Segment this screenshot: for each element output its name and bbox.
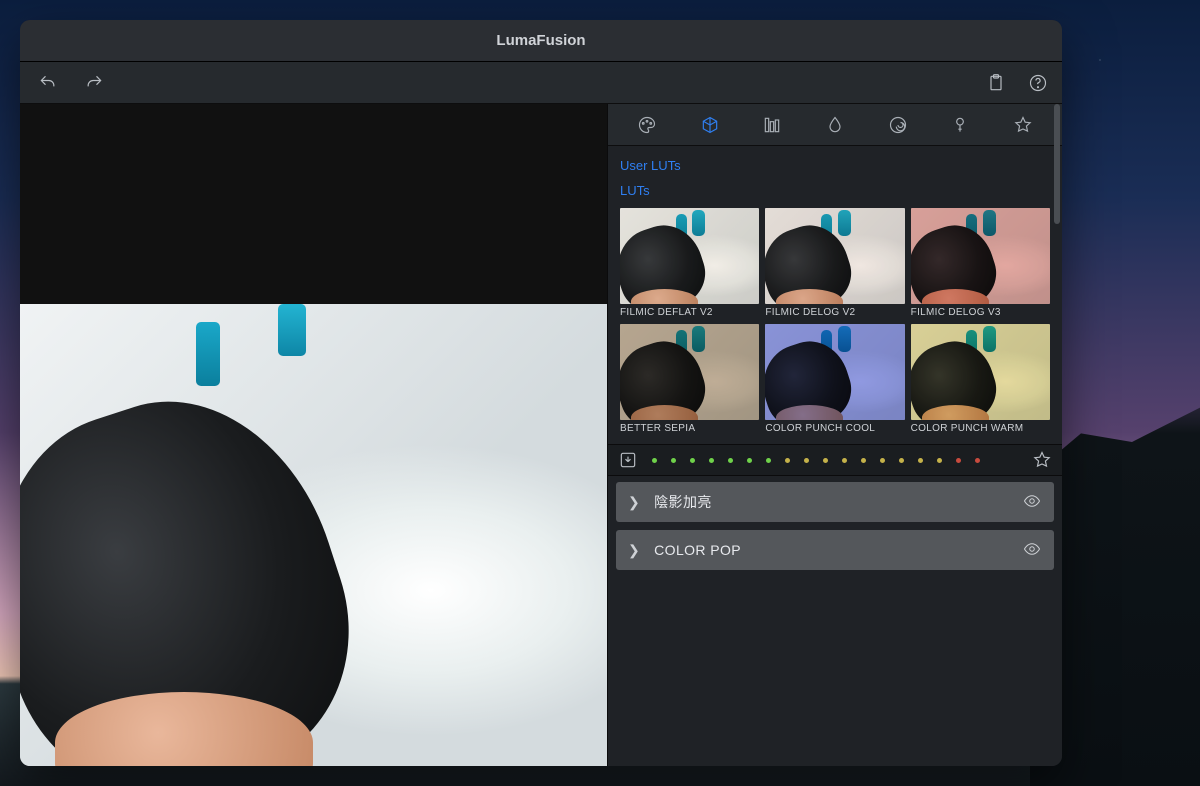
key-icon[interactable] — [950, 115, 970, 135]
preset-dot[interactable] — [652, 458, 657, 463]
section-luts[interactable]: LUTs — [620, 183, 1052, 198]
preset-dots-row — [608, 444, 1062, 476]
lut-name: FILMIC DELOG V3 — [911, 307, 1050, 318]
preset-dot[interactable] — [671, 458, 676, 463]
clipboard-icon[interactable] — [986, 73, 1006, 93]
preset-dot[interactable] — [937, 458, 942, 463]
lut-name: FILMIC DEFLAT V2 — [620, 307, 759, 318]
lut-thumb — [620, 324, 759, 420]
preset-dot[interactable] — [956, 458, 961, 463]
visibility-eye-icon[interactable] — [1022, 540, 1042, 561]
preview-image[interactable] — [20, 304, 607, 766]
spiral-icon[interactable] — [888, 115, 908, 135]
panel-scrollbar[interactable] — [1054, 104, 1060, 224]
chevron-right-icon: ❯ — [628, 494, 640, 511]
chevron-right-icon: ❯ — [628, 542, 640, 559]
app-window: LumaFusion — [20, 20, 1062, 766]
preset-dots[interactable] — [646, 458, 1024, 463]
lut-thumb — [911, 208, 1050, 304]
panel-tabs — [608, 104, 1062, 146]
effect-label: 陰影加亮 — [654, 492, 712, 512]
preview-top-black — [20, 104, 607, 304]
help-icon[interactable] — [1028, 73, 1048, 93]
preset-dot[interactable] — [899, 458, 904, 463]
lut-item[interactable]: FILMIC DELOG V2 — [765, 208, 904, 318]
lut-thumb — [620, 208, 759, 304]
import-icon[interactable] — [618, 450, 638, 470]
effect-row[interactable]: ❯ COLOR POP — [616, 530, 1054, 570]
lut-name: FILMIC DELOG V2 — [765, 307, 904, 318]
lut-item[interactable]: COLOR PUNCH COOL — [765, 324, 904, 434]
lut-item[interactable]: FILMIC DELOG V3 — [911, 208, 1050, 318]
favorite-star-icon[interactable] — [1032, 450, 1052, 470]
lut-thumb — [765, 324, 904, 420]
window-titlebar: LumaFusion — [20, 20, 1062, 62]
lut-name: COLOR PUNCH WARM — [911, 423, 1050, 434]
lut-thumb — [765, 208, 904, 304]
preset-dot[interactable] — [823, 458, 828, 463]
preset-dot[interactable] — [747, 458, 752, 463]
levels-icon[interactable] — [762, 115, 782, 135]
preset-dot[interactable] — [842, 458, 847, 463]
lut-thumb — [911, 324, 1050, 420]
preset-dot[interactable] — [804, 458, 809, 463]
preset-dot[interactable] — [690, 458, 695, 463]
effects-panel: User LUTs LUTs FILMIC DEFLAT V2 FILMIC D… — [607, 104, 1062, 766]
preset-dot[interactable] — [975, 458, 980, 463]
app-title: LumaFusion — [496, 32, 585, 49]
star-icon[interactable] — [1013, 115, 1033, 135]
preset-dot[interactable] — [785, 458, 790, 463]
effect-label: COLOR POP — [654, 542, 741, 558]
lut-item[interactable]: BETTER SEPIA — [620, 324, 759, 434]
redo-icon[interactable] — [84, 73, 104, 93]
cube-icon[interactable] — [700, 115, 720, 135]
lut-name: COLOR PUNCH COOL — [765, 423, 904, 434]
lut-item[interactable]: FILMIC DEFLAT V2 — [620, 208, 759, 318]
applied-effects: ❯ 陰影加亮 ❯ COLOR POP — [608, 476, 1062, 576]
lut-list: User LUTs LUTs FILMIC DEFLAT V2 FILMIC D… — [608, 146, 1062, 444]
section-user-luts[interactable]: User LUTs — [620, 158, 1052, 173]
palette-icon[interactable] — [637, 115, 657, 135]
preset-dot[interactable] — [709, 458, 714, 463]
visibility-eye-icon[interactable] — [1022, 492, 1042, 513]
preset-dot[interactable] — [918, 458, 923, 463]
preset-dot[interactable] — [766, 458, 771, 463]
main-toolbar — [20, 62, 1062, 104]
preview-pane — [20, 104, 607, 766]
lut-item[interactable]: COLOR PUNCH WARM — [911, 324, 1050, 434]
blur-icon[interactable] — [825, 115, 845, 135]
undo-icon[interactable] — [38, 73, 58, 93]
lut-name: BETTER SEPIA — [620, 423, 759, 434]
effect-row[interactable]: ❯ 陰影加亮 — [616, 482, 1054, 522]
preset-dot[interactable] — [728, 458, 733, 463]
preset-dot[interactable] — [861, 458, 866, 463]
preset-dot[interactable] — [880, 458, 885, 463]
